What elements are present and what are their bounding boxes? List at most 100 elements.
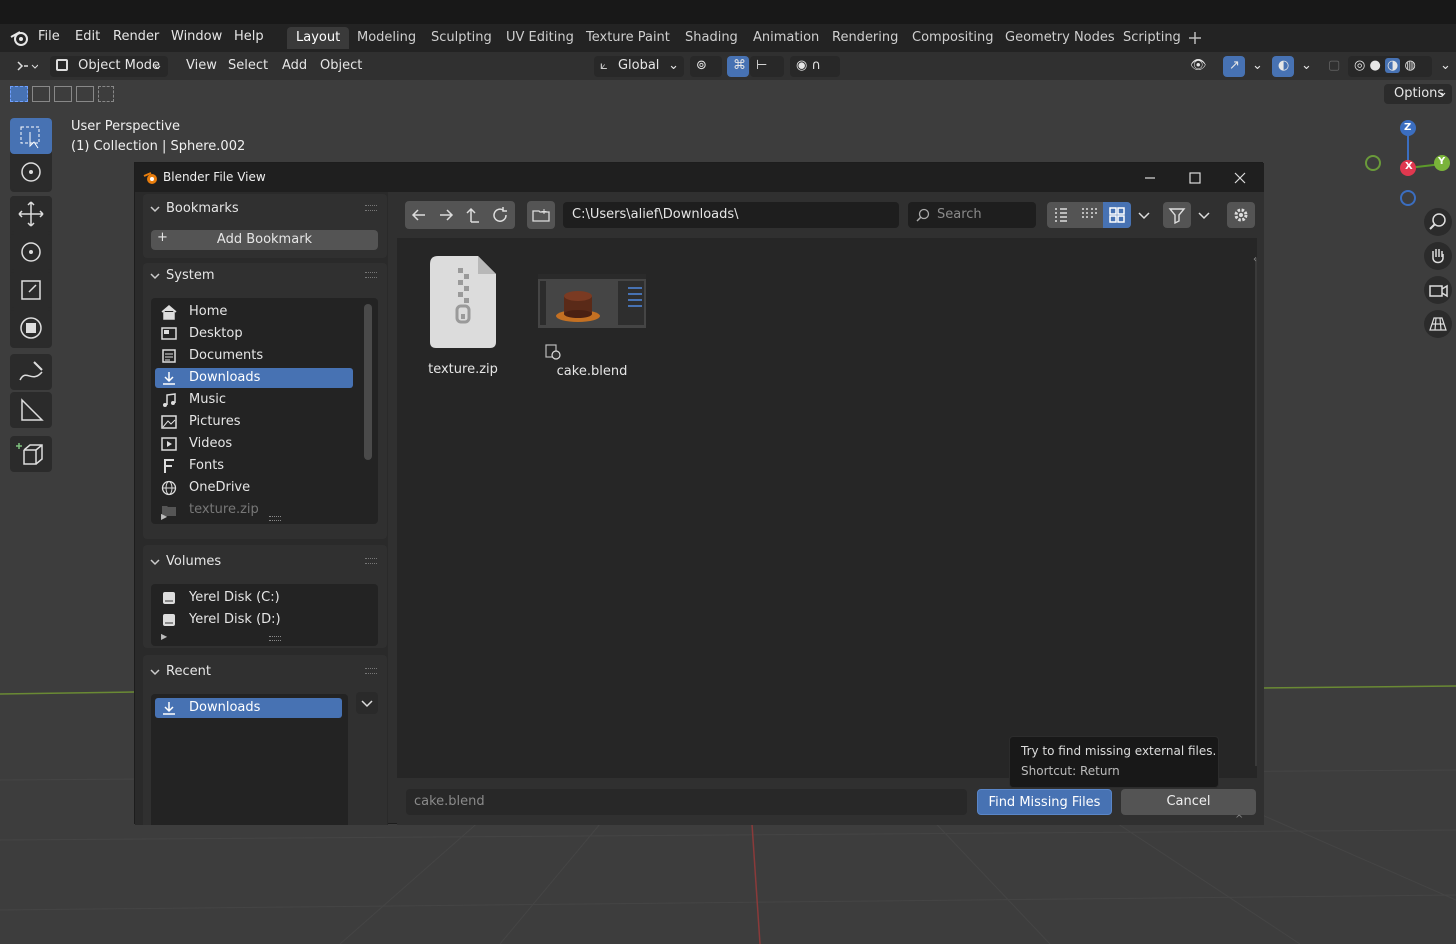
annotate-tool[interactable]: [10, 354, 52, 390]
gizmo-dropdown[interactable]: ⌄: [1246, 56, 1264, 77]
tab-compositing[interactable]: Compositing: [903, 27, 1003, 49]
tab-geometry-nodes[interactable]: Geometry Nodes: [996, 27, 1124, 49]
extend-selection-icon[interactable]: [32, 86, 50, 102]
solid-icon[interactable]: ●: [1369, 58, 1380, 73]
pivot-point-button[interactable]: ⊚: [690, 56, 722, 77]
new-directory-button[interactable]: [527, 201, 555, 229]
add-bookmark-button[interactable]: + Add Bookmark: [151, 230, 378, 250]
recent-item-downloads[interactable]: Downloads: [155, 698, 342, 718]
drag-handle-icon[interactable]: [365, 272, 377, 278]
menu-help[interactable]: Help: [234, 29, 264, 44]
resize-grip-icon[interactable]: [269, 516, 281, 521]
overlay-toggle[interactable]: ◐: [1272, 56, 1294, 77]
close-icon[interactable]: [1233, 171, 1247, 185]
system-item-home[interactable]: Home: [155, 302, 353, 322]
pan-hand-icon[interactable]: [1424, 242, 1452, 270]
refresh-icon[interactable]: [491, 206, 511, 224]
volume-item-d[interactable]: Yerel Disk (D:): [155, 610, 353, 630]
scale-tool[interactable]: [10, 272, 52, 308]
editor-type-button[interactable]: [8, 56, 44, 77]
recent-list[interactable]: Downloads: [151, 694, 348, 825]
system-list[interactable]: Home Desktop Documents Downloads Music P…: [151, 298, 378, 524]
menu-view[interactable]: View: [180, 56, 223, 77]
directory-path-field[interactable]: C:\Users\alief\Downloads\: [563, 202, 899, 228]
wireframe-icon[interactable]: ◎: [1354, 58, 1365, 73]
thumbnails-icon[interactable]: [1103, 202, 1131, 228]
menu-add[interactable]: Add: [276, 56, 313, 77]
bookmarks-panel-header[interactable]: Bookmarks: [143, 197, 387, 221]
blender-logo-icon[interactable]: [10, 29, 30, 47]
rotate-tool[interactable]: [10, 234, 52, 270]
shading-mode-group[interactable]: ◎ ● ◑ ◍: [1348, 56, 1432, 77]
search-input[interactable]: Search: [908, 202, 1036, 228]
drag-handle-icon[interactable]: [365, 205, 377, 211]
dialog-titlebar[interactable]: Blender File View: [135, 163, 1264, 192]
rendered-icon[interactable]: ◍: [1404, 58, 1415, 73]
add-cube-tool[interactable]: [10, 436, 52, 472]
maximize-icon[interactable]: [1188, 171, 1202, 185]
camera-icon[interactable]: [1424, 276, 1452, 304]
system-list-scrollbar[interactable]: [364, 304, 372, 460]
proportional-edit-button[interactable]: ◉ ∩: [790, 56, 840, 77]
list-horizontal-icon[interactable]: [1075, 202, 1103, 228]
tab-layout[interactable]: Layout: [287, 27, 350, 49]
expand-arrow-icon[interactable]: ▶: [161, 632, 167, 641]
system-item-pictures[interactable]: Pictures: [155, 412, 353, 432]
system-item-documents[interactable]: Documents: [155, 346, 353, 366]
system-item-desktop[interactable]: Desktop: [155, 324, 353, 344]
xray-toggle[interactable]: ▢: [1322, 56, 1342, 77]
transform-tool[interactable]: [10, 310, 52, 346]
chevron-left-icon[interactable]: ‹: [1253, 254, 1257, 265]
chevron-up-icon[interactable]: ^: [1235, 814, 1243, 825]
expand-arrow-icon[interactable]: ▶: [161, 512, 167, 521]
menu-select[interactable]: Select: [222, 56, 274, 77]
object-mode-dropdown[interactable]: Object Mode ⌄: [50, 56, 168, 77]
menu-render[interactable]: Render: [113, 29, 159, 44]
system-item-texture-zip[interactable]: texture.zip: [155, 500, 353, 520]
file-item-texture-zip[interactable]: texture.zip: [417, 252, 509, 392]
file-grid-scrollbar[interactable]: [1255, 258, 1257, 766]
system-item-onedrive[interactable]: OneDrive: [155, 478, 353, 498]
display-size-dropdown[interactable]: [1133, 202, 1155, 228]
tab-modeling[interactable]: Modeling: [348, 27, 425, 49]
tab-animation[interactable]: Animation: [744, 27, 828, 49]
system-item-fonts[interactable]: Fonts: [155, 456, 353, 476]
zoom-icon[interactable]: [1424, 208, 1452, 236]
tab-shading[interactable]: Shading: [676, 27, 747, 49]
transform-orientation-dropdown[interactable]: ⟀ Global ⌄: [594, 56, 684, 77]
drag-handle-icon[interactable]: [365, 558, 377, 564]
tab-texture-paint[interactable]: Texture Paint: [577, 27, 679, 49]
back-arrow-icon[interactable]: [409, 206, 429, 224]
menu-file[interactable]: File: [38, 29, 60, 44]
find-missing-files-button[interactable]: Find Missing Files: [977, 789, 1112, 815]
grid-view-icon[interactable]: [1424, 310, 1452, 338]
gizmo-toggle[interactable]: ↗: [1223, 56, 1245, 77]
snap-target-button[interactable]: ⊢: [750, 56, 784, 77]
file-grid[interactable]: texture.zip cake.blend ‹: [397, 238, 1257, 778]
add-workspace-icon[interactable]: [1188, 31, 1202, 45]
file-item-cake-blend[interactable]: cake.blend: [537, 252, 647, 392]
cancel-button[interactable]: Cancel: [1121, 789, 1256, 815]
volumes-panel-header[interactable]: Volumes: [143, 550, 387, 574]
options-button[interactable]: Options ⌄: [1384, 84, 1452, 104]
system-item-videos[interactable]: Videos: [155, 434, 353, 454]
tab-scripting[interactable]: Scripting: [1114, 27, 1190, 49]
snap-toggle[interactable]: ⌘: [727, 56, 749, 77]
material-icon[interactable]: ◑: [1384, 58, 1401, 73]
cursor-tool[interactable]: [10, 154, 52, 190]
overlay-dropdown[interactable]: ⌄: [1295, 56, 1313, 77]
system-item-music[interactable]: Music: [155, 390, 353, 410]
move-tool[interactable]: [10, 196, 52, 232]
resize-grip-icon[interactable]: [269, 636, 281, 641]
menu-edit[interactable]: Edit: [75, 29, 100, 44]
visibility-button[interactable]: 👁: [1184, 56, 1218, 77]
parent-directory-icon[interactable]: [463, 206, 483, 224]
subtract-selection-icon[interactable]: [54, 86, 72, 102]
volume-item-c[interactable]: Yerel Disk (C:): [155, 588, 353, 608]
tab-rendering[interactable]: Rendering: [823, 27, 907, 49]
settings-button[interactable]: [1227, 202, 1255, 228]
forward-arrow-icon[interactable]: [436, 206, 456, 224]
intersect-selection-icon[interactable]: [98, 86, 114, 102]
select-box-tool[interactable]: [10, 118, 52, 154]
filter-dropdown[interactable]: [1193, 202, 1215, 228]
